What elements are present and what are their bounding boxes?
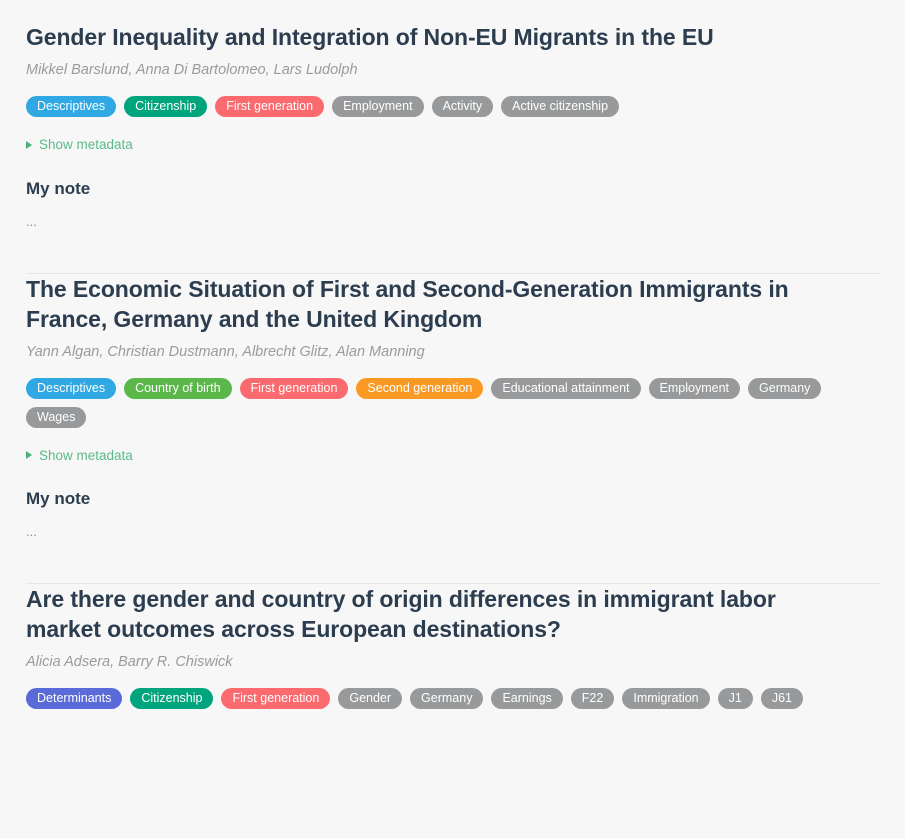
publication-authors: Alicia Adsera, Barry R. Chiswick (26, 654, 233, 670)
tag-determinants[interactable]: Determinants (26, 688, 123, 709)
show-metadata-toggle[interactable]: Show metadata (26, 448, 133, 463)
tag-descriptives[interactable]: Descriptives (26, 377, 117, 399)
triangle-right-icon (26, 451, 32, 459)
publication-authors: Yann Algan, Christian Dustmann, Albrecht… (26, 343, 425, 360)
publication-title[interactable]: Gender Inequality and Integration of Non… (26, 22, 826, 52)
tag-gender[interactable]: Gender (338, 688, 403, 709)
publication-list: Gender Inequality and Integration of Non… (0, 0, 905, 719)
tag-list: Descriptives Citizenship First generation E… (26, 96, 879, 117)
tag-descriptives[interactable]: Descriptives (26, 96, 117, 117)
triangle-right-icon (26, 140, 32, 149)
entries-container: Gender Inequality and Integration of Non… (26, 0, 880, 719)
tag-activity[interactable]: Activity (431, 96, 494, 117)
tag-germany[interactable]: Germany (748, 377, 822, 399)
tag-educational-attainment[interactable]: Educational attainment (491, 377, 641, 399)
publication-entry: The Economic Situation of First and Seco… (26, 274, 880, 584)
tag-second-generation[interactable]: Second generation (356, 377, 484, 399)
publication-entry: Gender Inequality and Integration of Non… (26, 0, 880, 274)
tag-list: Descriptives Country of birth First genera… (26, 377, 879, 428)
publication-title[interactable]: The Economic Situation of First and Seco… (26, 274, 826, 334)
publication-authors: Mikkel Barslund, Anna Di Bartolomeo, Lar… (26, 62, 358, 78)
show-metadata-label: Show metadata (39, 137, 133, 152)
tag-list: Determinants Citizenship First generation G… (26, 688, 879, 709)
publication-entry: Are there gender and country of origin d… (26, 584, 879, 719)
show-metadata-toggle[interactable]: Show metadata (26, 137, 133, 152)
tag-germany[interactable]: Germany (410, 688, 484, 709)
tag-first-generation[interactable]: First generation (221, 688, 331, 709)
tag-country-of-birth[interactable]: Country of birth (124, 377, 232, 399)
my-note-body[interactable]: ... (26, 525, 879, 539)
tag-citizenship[interactable]: Citizenship (124, 96, 208, 117)
tag-immigration[interactable]: Immigration (622, 688, 710, 709)
tag-wages[interactable]: Wages (26, 406, 87, 428)
tag-active-citizenship[interactable]: Active citizenship (501, 96, 620, 117)
tag-citizenship[interactable]: Citizenship (130, 688, 214, 709)
tag-j1[interactable]: J1 (717, 688, 753, 709)
my-note-body[interactable]: ... (26, 214, 879, 229)
tag-first-generation[interactable]: First generation (215, 96, 325, 117)
tag-j61[interactable]: J61 (760, 688, 803, 709)
tag-earnings[interactable]: Earnings (491, 688, 563, 709)
show-metadata-label: Show metadata (39, 447, 133, 463)
publication-title[interactable]: Are there gender and country of origin d… (26, 584, 826, 644)
tag-employment[interactable]: Employment (332, 96, 424, 117)
tag-first-generation[interactable]: First generation (239, 377, 349, 399)
my-note-heading: My note (26, 178, 91, 198)
tag-employment[interactable]: Employment (648, 377, 741, 399)
my-note-heading: My note (26, 489, 91, 508)
tag-f22[interactable]: F22 (570, 688, 615, 709)
